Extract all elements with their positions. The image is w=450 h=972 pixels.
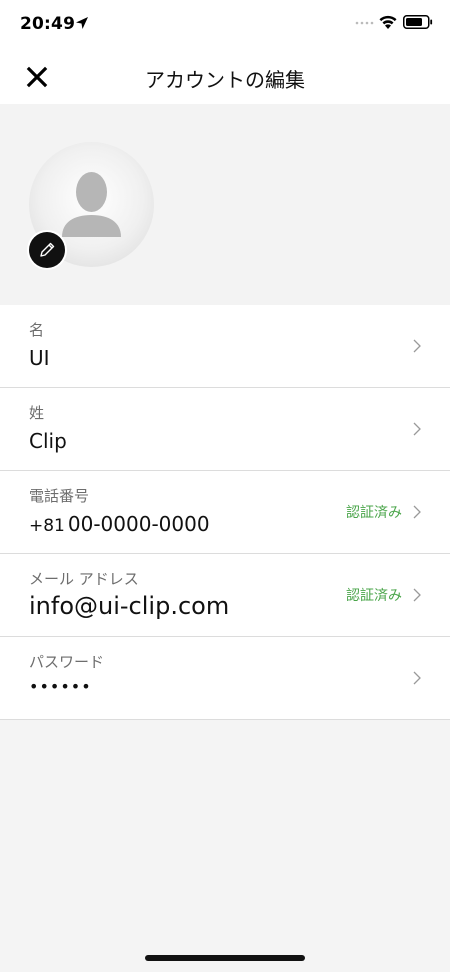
country-code: +81 (29, 516, 65, 536)
home-indicator (145, 955, 305, 961)
chevron-right-icon (413, 505, 421, 519)
password-value: •••••• (29, 677, 92, 696)
location-arrow-icon (76, 17, 88, 29)
phone-number-value: 00-0000-0000 (67, 512, 210, 536)
chevron-right-icon (413, 339, 421, 353)
page-title: アカウントの編集 (145, 68, 305, 92)
status-bar: 20:49 (0, 0, 450, 50)
email-row[interactable]: メール アドレス info@ui-clip.com 認証済み (0, 554, 450, 637)
password-row[interactable]: パスワード •••••• (0, 637, 450, 720)
phone-number-label: 電話番号 (29, 487, 90, 505)
email-label: メール アドレス (29, 570, 139, 588)
first-name-label: 名 (29, 321, 45, 339)
last-name-value: Clip (29, 429, 67, 453)
status-time: 20:49 (20, 14, 76, 34)
nav-bar: アカウントの編集 (0, 50, 450, 104)
first-name-row[interactable]: 名 UI (0, 305, 450, 388)
pencil-icon (40, 242, 55, 257)
edit-avatar-button[interactable] (29, 232, 65, 268)
chevron-right-icon (413, 671, 421, 685)
chevron-right-icon (413, 588, 421, 602)
phone-number-value-wrapper: +81 00-0000-0000 (29, 512, 210, 536)
email-verified-badge: 認証済み (346, 588, 402, 604)
first-name-value: UI (29, 346, 50, 370)
account-field-list: 名 UI 姓 Clip 電話番号 +81 00-0000-0000 認証済み メー… (0, 305, 450, 720)
account-edit-screen: 20:49 アカウントの編集 名 UI 姓 Clip 電話番号 +81 00-0… (0, 0, 450, 972)
signal-dots-icon (355, 21, 374, 25)
last-name-row[interactable]: 姓 Clip (0, 388, 450, 471)
battery-icon (403, 15, 433, 29)
avatar-section (0, 104, 450, 305)
email-value: info@ui-clip.com (29, 592, 230, 620)
phone-verified-badge: 認証済み (346, 505, 402, 521)
chevron-right-icon (413, 422, 421, 436)
last-name-label: 姓 (29, 404, 45, 422)
password-label: パスワード (29, 653, 105, 671)
wifi-icon (379, 15, 397, 29)
phone-number-row[interactable]: 電話番号 +81 00-0000-0000 認証済み (0, 471, 450, 554)
